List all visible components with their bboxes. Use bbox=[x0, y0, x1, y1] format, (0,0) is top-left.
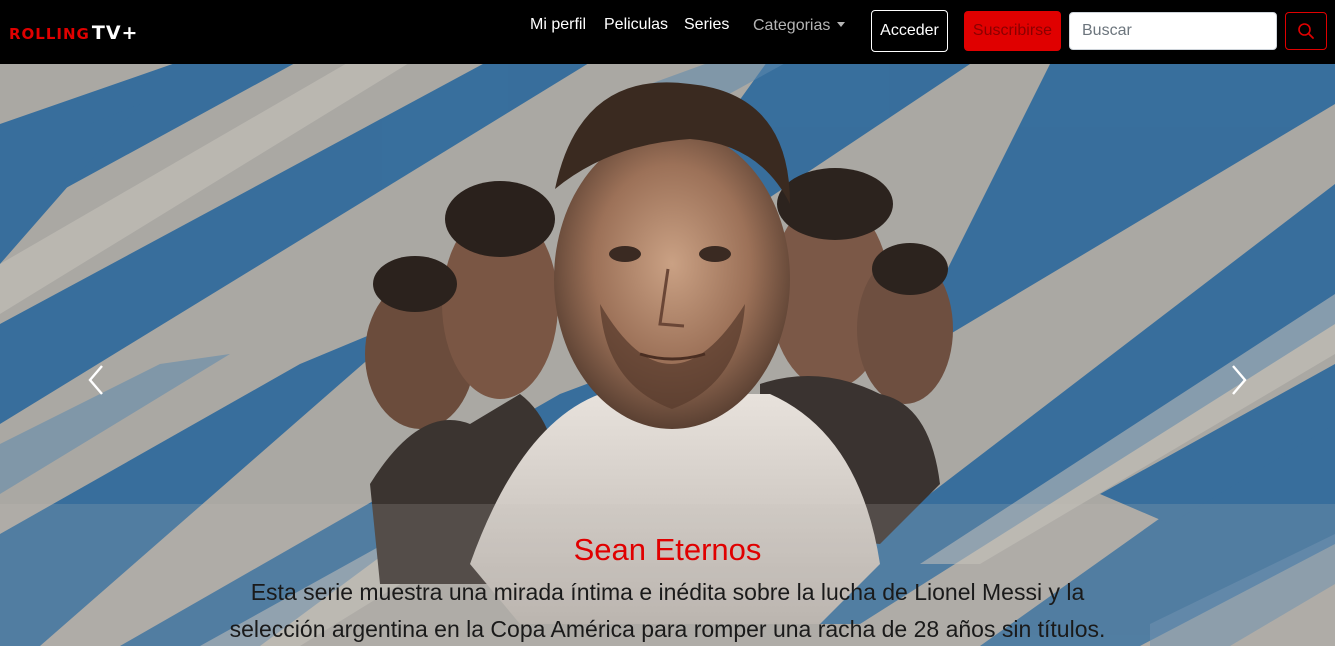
carousel-prev-button[interactable] bbox=[82, 362, 112, 398]
navbar: ROLLING TV+ Mi perfil Peliculas Series C… bbox=[0, 0, 1335, 64]
slide-title: Sean Eternos bbox=[573, 532, 762, 567]
carousel-caption: Sean Eternos Esta serie muestra una mira… bbox=[0, 530, 1335, 646]
brand-logo[interactable]: ROLLING TV+ bbox=[9, 22, 138, 44]
nav-link-movies[interactable]: Peliculas bbox=[604, 16, 668, 34]
brand-name-rolling: ROLLING bbox=[9, 25, 90, 43]
search-button[interactable] bbox=[1285, 12, 1327, 50]
categories-label: Categorias bbox=[753, 17, 831, 34]
nav-dropdown-categories[interactable]: Categorias bbox=[753, 17, 846, 35]
nav-link-profile[interactable]: Mi perfil bbox=[530, 16, 586, 34]
carousel-next-button[interactable] bbox=[1223, 362, 1253, 398]
login-button[interactable]: Acceder bbox=[871, 10, 948, 52]
search-input[interactable] bbox=[1069, 12, 1277, 50]
subscribe-button[interactable]: Suscribirse bbox=[964, 11, 1061, 51]
chevron-left-icon bbox=[88, 365, 103, 395]
search-icon bbox=[1298, 23, 1314, 39]
caret-down-icon bbox=[837, 22, 846, 27]
slide-description: Esta serie muestra una mirada íntima e i… bbox=[229, 579, 1106, 642]
chevron-right-icon bbox=[1232, 365, 1247, 395]
hero-carousel: Sean Eternos Esta serie muestra una mira… bbox=[0, 64, 1335, 646]
nav-link-series[interactable]: Series bbox=[684, 16, 729, 34]
brand-name-tv: TV+ bbox=[91, 22, 139, 44]
